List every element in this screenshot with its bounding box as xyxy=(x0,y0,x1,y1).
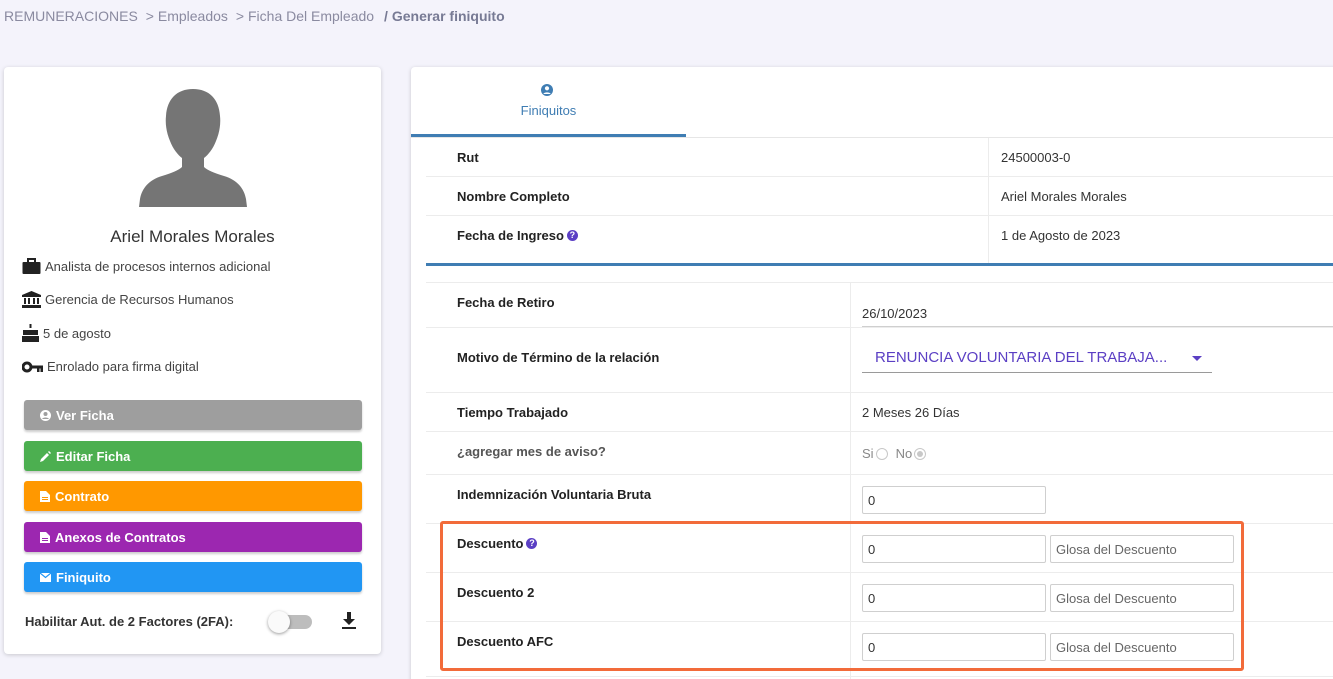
download-icon[interactable] xyxy=(341,612,357,630)
descuento-glosa-input[interactable] xyxy=(1050,535,1234,563)
toggle-knob xyxy=(268,611,290,633)
tiempo-value: 2 Meses 26 Días xyxy=(862,405,960,420)
descuento-afc-input[interactable] xyxy=(862,633,1046,661)
ver-ficha-label: Ver Ficha xyxy=(56,407,114,423)
aviso-radio-group: Si No xyxy=(862,446,932,461)
motivo-row: Motivo de Término de la relación RENUNCI… xyxy=(426,328,1333,393)
tab-finiquitos-label: Finiquitos xyxy=(520,103,577,118)
breadcrumb: REMUNERACIONES > Empleados > Ficha Del Emp… xyxy=(4,8,505,24)
descuento-afc-row: Descuento AFC xyxy=(426,622,1333,677)
document-icon xyxy=(40,531,50,543)
aviso-label: ¿agregar mes de aviso? xyxy=(457,444,606,459)
descuento2-row: Descuento 2 xyxy=(426,573,1333,622)
user-circle-icon xyxy=(541,84,553,96)
birthday-cake-icon xyxy=(22,324,39,342)
fecha-ingreso-label-group: Fecha de Ingreso ? xyxy=(457,228,578,243)
department-text: Gerencia de Recursos Humanos xyxy=(45,292,234,307)
nombre-row: Nombre Completo Ariel Morales Morales xyxy=(426,177,1333,216)
signature-row: Enrolado para firma digital xyxy=(22,359,199,374)
question-icon[interactable]: ? xyxy=(566,230,578,241)
motivo-selected-value: RENUNCIA VOLUNTARIA DEL TRABAJA... xyxy=(875,349,1168,366)
ver-ficha-button[interactable]: Ver Ficha xyxy=(24,400,362,430)
fecha-retiro-label: Fecha de Retiro xyxy=(457,295,555,310)
anexos-contratos-button[interactable]: Anexos de Contratos xyxy=(24,522,362,552)
tiempo-row: Tiempo Trabajado 2 Meses 26 Días xyxy=(426,393,1333,432)
contrato-button[interactable]: Contrato xyxy=(24,481,362,511)
motivo-label: Motivo de Término de la relación xyxy=(457,350,660,365)
descuento-afc-glosa-input[interactable] xyxy=(1050,633,1234,661)
signature-text: Enrolado para firma digital xyxy=(47,359,199,374)
position-row: Analista de procesos internos adicional xyxy=(22,258,270,275)
editar-ficha-button[interactable]: Editar Ficha xyxy=(24,441,362,471)
descuento-row: Descuento ? xyxy=(426,524,1333,573)
twofa-toggle[interactable] xyxy=(268,611,314,633)
department-row: Gerencia de Recursos Humanos xyxy=(22,291,234,308)
briefcase-icon xyxy=(22,258,41,274)
nombre-value: Ariel Morales Morales xyxy=(1001,189,1127,204)
descuento-label-group: Descuento ? xyxy=(457,536,538,551)
pencil-icon xyxy=(40,450,51,462)
descuento2-input[interactable] xyxy=(862,584,1046,612)
rut-row: Rut 24500003-0 xyxy=(426,138,1333,177)
descuento2-glosa-input[interactable] xyxy=(1050,584,1234,612)
fecha-retiro-input[interactable] xyxy=(862,301,1333,327)
fecha-ingreso-label: Fecha de Ingreso xyxy=(457,228,564,243)
twofa-label: Habilitar Aut. de 2 Factores (2FA): xyxy=(25,614,234,629)
aviso-row: ¿agregar mes de aviso? Si No xyxy=(426,432,1333,475)
fecha-ingreso-row: Fecha de Ingreso ? 1 de Agosto de 2023 xyxy=(426,216,1333,263)
finiquito-button[interactable]: Finiquito xyxy=(24,562,362,592)
breadcrumb-separator: > xyxy=(145,8,154,24)
breadcrumb-item-remuneraciones[interactable]: REMUNERACIONES xyxy=(4,8,138,24)
aviso-no-radio[interactable] xyxy=(914,447,927,460)
employee-profile-card: Ariel Morales Morales Analista de proces… xyxy=(4,67,381,654)
indemnizacion-input[interactable] xyxy=(862,486,1046,514)
contrato-label: Contrato xyxy=(55,488,110,504)
key-icon xyxy=(22,361,43,372)
envelope-icon xyxy=(40,572,51,582)
document-icon xyxy=(40,490,50,502)
section-divider xyxy=(426,263,1333,266)
descuento-input[interactable] xyxy=(862,535,1046,563)
bank-icon xyxy=(22,291,41,308)
employee-name: Ariel Morales Morales xyxy=(110,227,275,246)
descuento-afc-label: Descuento AFC xyxy=(457,634,554,649)
question-icon[interactable]: ? xyxy=(526,538,538,549)
descuento2-label: Descuento 2 xyxy=(457,585,535,600)
descuento-label: Descuento xyxy=(457,536,524,551)
anexos-contratos-label: Anexos de Contratos xyxy=(55,529,186,545)
position-text: Analista de procesos internos adicional xyxy=(45,259,271,274)
user-circle-icon xyxy=(40,409,51,421)
aviso-no-label: No xyxy=(895,446,913,461)
indemnizacion-label: Indemnización Voluntaria Bruta xyxy=(457,487,652,502)
fecha-retiro-row: Fecha de Retiro xyxy=(426,282,1333,328)
finiquito-label: Finiquito xyxy=(56,569,111,585)
nombre-label: Nombre Completo xyxy=(457,189,570,204)
breadcrumb-current: Generar finiquito xyxy=(391,8,505,24)
finiquito-panel: Finiquitos Rut 24500003-0 Nombre Complet… xyxy=(411,67,1333,679)
breadcrumb-slash: / xyxy=(383,8,388,24)
aviso-si-label: Si xyxy=(862,446,874,461)
rut-label: Rut xyxy=(457,150,479,165)
breadcrumb-item-ficha[interactable]: Ficha Del Empleado xyxy=(248,8,374,24)
breadcrumb-item-empleados[interactable]: Empleados xyxy=(158,8,228,24)
tiempo-label: Tiempo Trabajado xyxy=(457,405,569,420)
user-silhouette-icon xyxy=(139,89,247,207)
birthday-text: 5 de agosto xyxy=(43,325,111,341)
rut-value: 24500003-0 xyxy=(1001,150,1071,165)
fecha-ingreso-value: 1 de Agosto de 2023 xyxy=(1001,228,1121,243)
breadcrumb-separator: > xyxy=(235,8,244,24)
aviso-si-radio[interactable] xyxy=(875,447,888,460)
birthday-row: 5 de agosto xyxy=(22,324,111,342)
editar-ficha-label: Editar Ficha xyxy=(56,448,131,464)
caret-down-icon xyxy=(1192,356,1202,361)
tab-finiquitos[interactable]: Finiquitos xyxy=(411,67,686,137)
indemnizacion-row: Indemnización Voluntaria Bruta xyxy=(426,475,1333,524)
motivo-select[interactable]: RENUNCIA VOLUNTARIA DEL TRABAJA... xyxy=(862,343,1212,373)
